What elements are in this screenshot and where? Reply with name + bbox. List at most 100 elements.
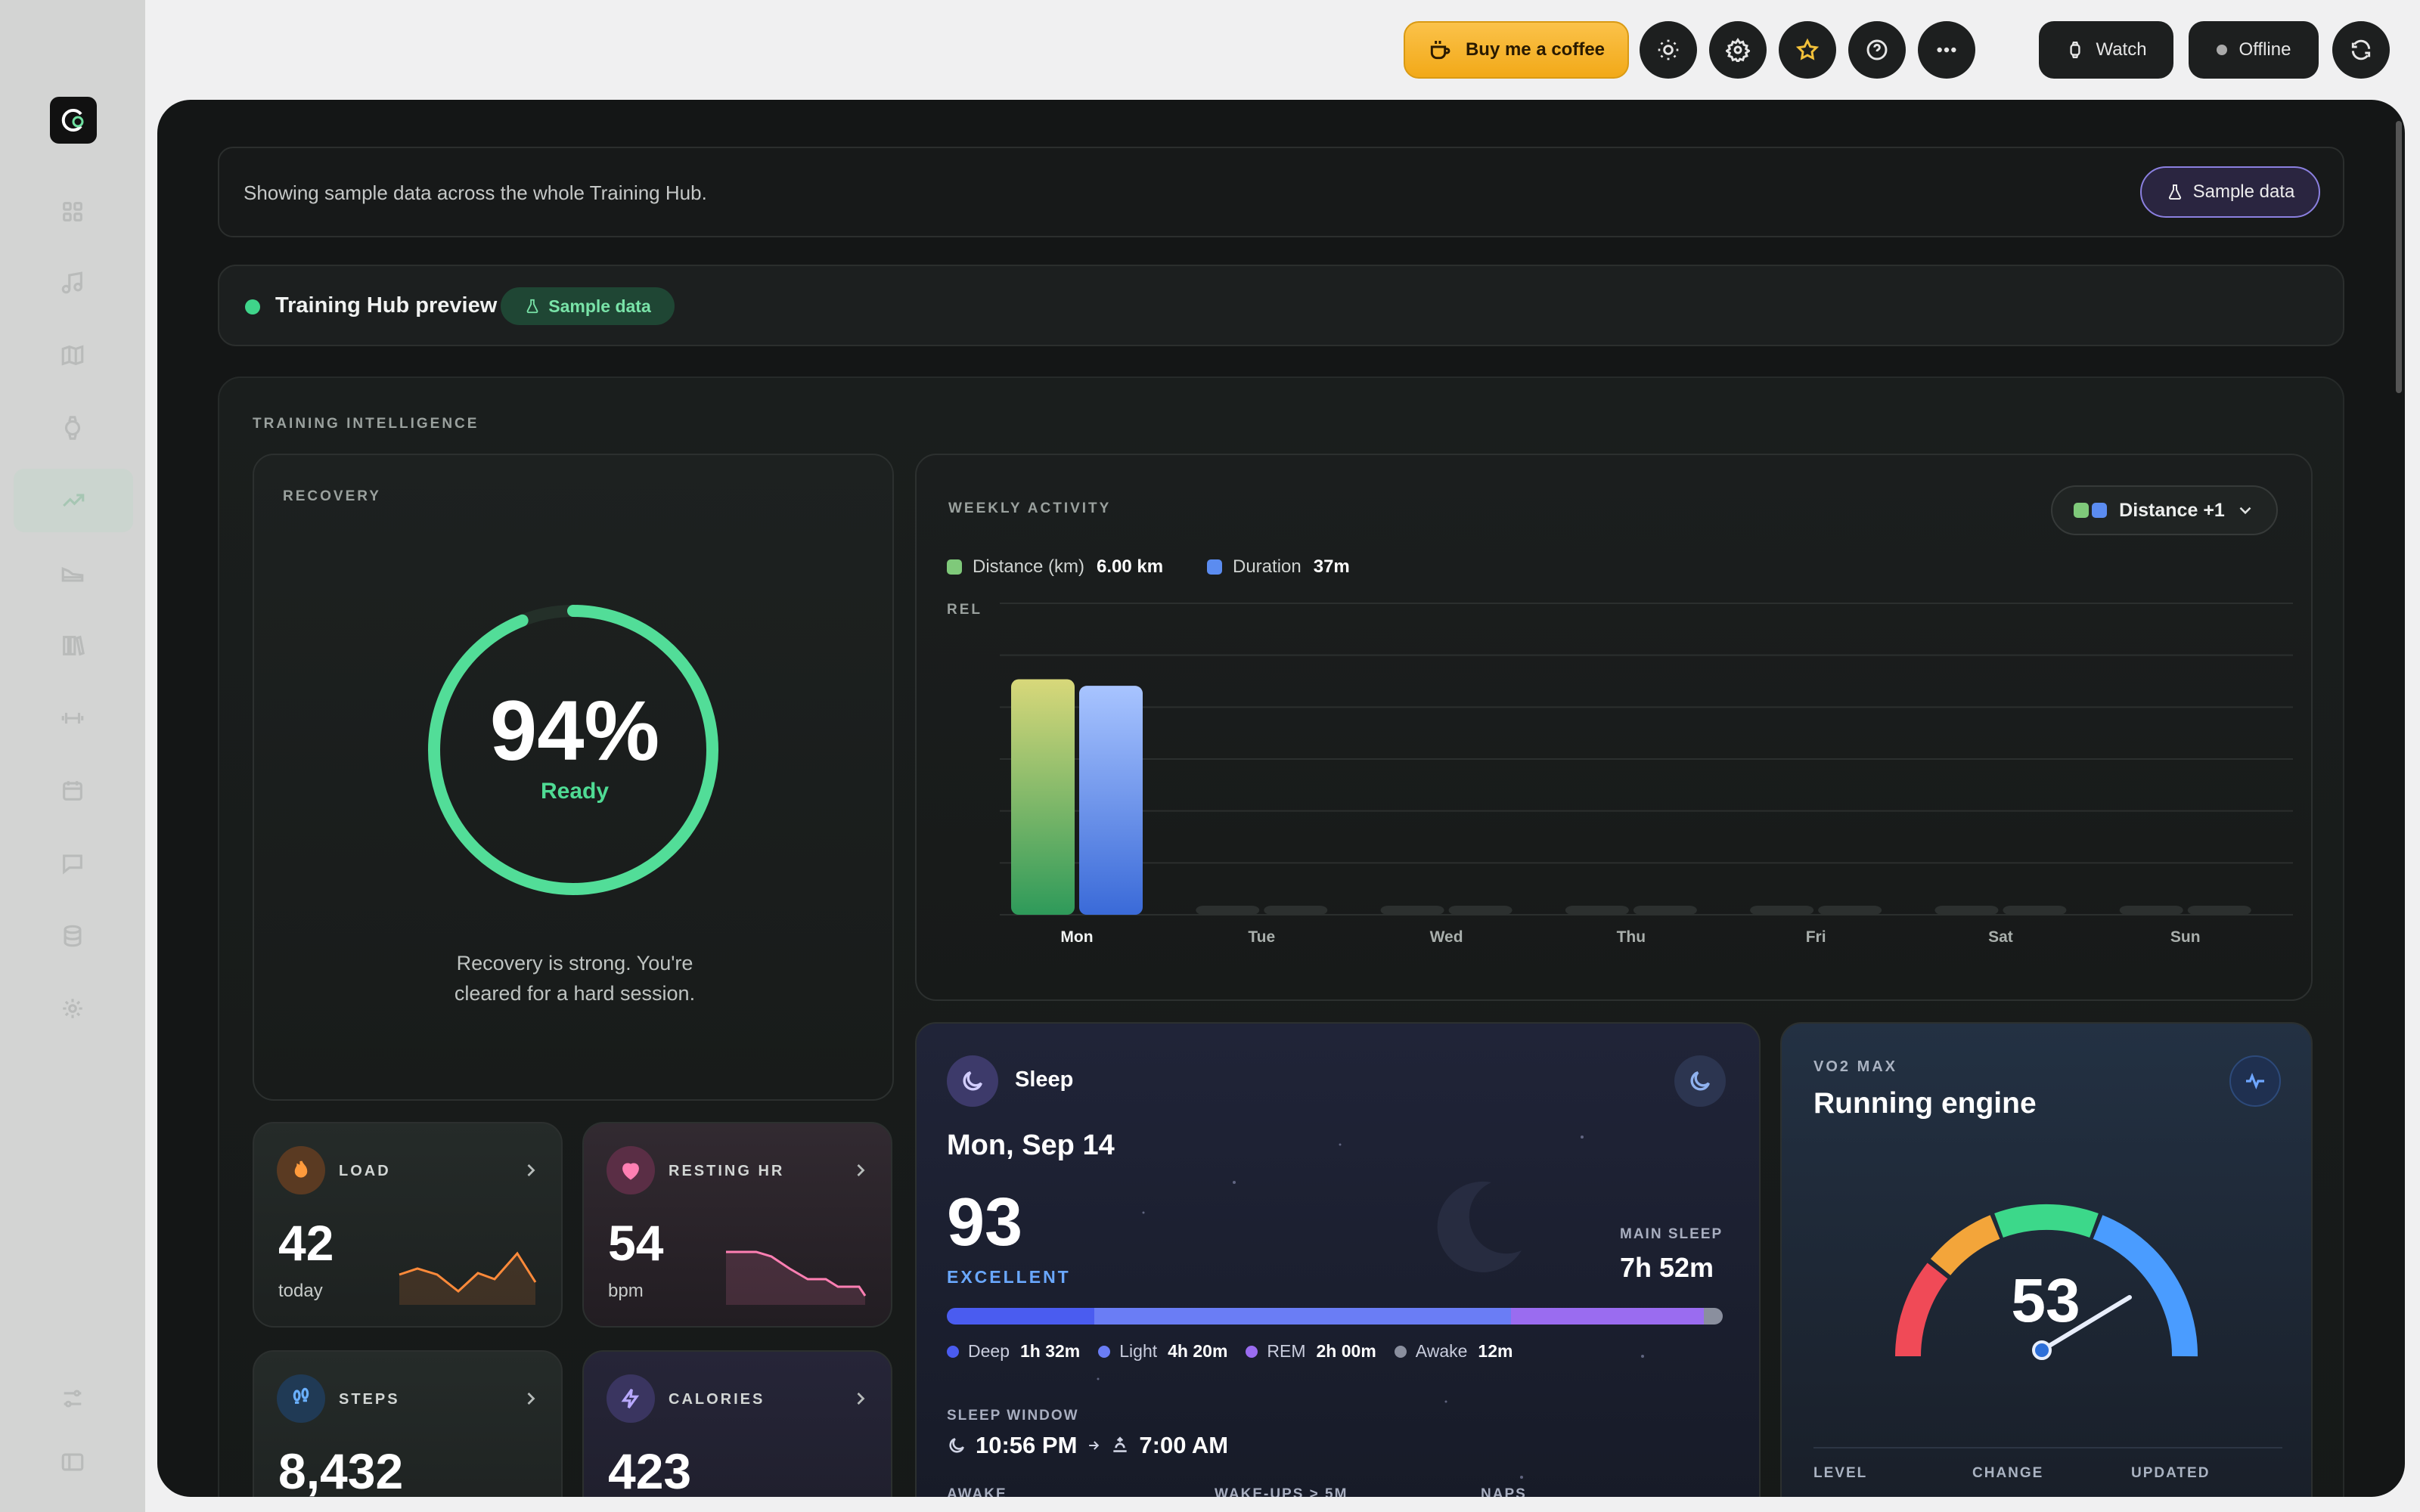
sample-data-button-label: Sample data [2192,181,2295,202]
bar-duration-tue[interactable] [1264,906,1328,915]
sidebar-item-music[interactable] [0,251,145,314]
bar-distance-km--fri[interactable] [1750,906,1814,915]
metric-select-label: Distance +1 [2119,499,2225,521]
sidebar-item-data[interactable] [0,904,145,968]
metric-select[interactable]: Distance +1 [2051,485,2278,535]
offline-label: Offline [2238,39,2291,60]
moon-icon [1437,1181,1522,1272]
resting-hr-tile[interactable]: RESTING HR 54 bpm [582,1122,892,1328]
load-label: LOAD [339,1163,391,1179]
bar-distance-km--sun[interactable] [2119,906,2183,915]
sidebar-item-dashboard[interactable] [0,180,145,243]
sidebar-item-shoes[interactable] [0,541,145,605]
recovery-card[interactable]: RECOVERY 94% Ready Recovery is strong. Y… [253,454,894,1101]
change-label: CHANGE [1972,1465,2044,1481]
favorites-button[interactable] [1779,21,1836,79]
load-tile[interactable]: LOAD 42 today [253,1122,563,1328]
sidebar-item-map[interactable] [0,324,145,387]
x-tick-tue: Tue [1248,928,1275,946]
banner-text: Showing sample data across the whole Tra… [244,181,707,204]
resting-hr-unit: bpm [608,1281,644,1301]
bar-distance-km--sat[interactable] [1934,906,1999,915]
legend-distance-swatch [947,559,962,575]
sleep-window-label: SLEEP WINDOW [947,1408,1079,1424]
vo2-max-card[interactable]: VO2 MAX Running engine 53 LEVEL CHANGE U… [1780,1022,2313,1497]
refresh-button[interactable] [2332,21,2390,79]
sleep-history-button[interactable] [1674,1055,1726,1107]
offline-dot [2216,45,2227,55]
bar-distance-km--mon[interactable] [1011,679,1075,915]
bar-duration-fri[interactable] [1818,906,1882,915]
bolt-icon [607,1374,655,1423]
bar-duration-sun[interactable] [2187,906,2251,915]
more-button[interactable] [1918,21,1975,79]
legend-distance-name: Distance (km) [973,556,1085,577]
logo-icon [61,109,84,132]
sliders-icon [64,1390,82,1408]
moon-small-icon [949,1438,964,1453]
stage-rem-name: REM [1267,1341,1306,1361]
naps-label: NAPS [1481,1486,1527,1497]
vo2-max-title: Running engine [1813,1087,2037,1120]
watch-icon [64,416,81,440]
vo2-max-label: VO2 MAX [1813,1058,1898,1075]
sleep-card[interactable]: Sleep Mon, Sep 14 93 EXCELLENT MAIN SLEE… [915,1022,1761,1497]
help-button[interactable] [1848,21,1906,79]
legend-duration-name: Duration [1233,556,1302,577]
theme-toggle-button[interactable] [1640,21,1697,79]
stage-segment-awake [1703,1308,1723,1325]
sidebar-item-preferences[interactable] [0,1367,145,1430]
x-tick-fri: Fri [1806,928,1826,946]
recovery-status: Ready [540,779,610,804]
coffee-icon [1430,41,1450,60]
sample-data-badge: Sample data [501,287,675,325]
bar-duration-mon[interactable] [1079,686,1143,915]
sunrise-icon [1113,1436,1128,1452]
calories-label: CALORIES [669,1391,765,1408]
sidebar-item-strength[interactable] [0,686,145,750]
sidebar-item-settings[interactable] [0,977,145,1040]
load-value: 42 [278,1215,334,1271]
rem-dot [1246,1345,1258,1358]
sun-icon [1658,39,1679,60]
sample-data-button[interactable]: Sample data [2140,166,2320,218]
recovery-label: RECOVERY [283,488,381,504]
sidebar-item-chat[interactable] [0,832,145,895]
settings-button[interactable] [1709,21,1767,79]
connection-status-button[interactable]: Offline [2189,21,2319,79]
app-logo[interactable] [50,97,97,144]
watch-button[interactable]: Watch [2039,21,2173,79]
weekly-activity-card: WEEKLY ACTIVITY Distance +1 Distance (km… [915,454,2313,1001]
stage-deep-name: Deep [968,1341,1010,1361]
sidebar-item-watch[interactable] [0,396,145,460]
load-sparkline [399,1251,537,1305]
sidebar-item-library[interactable] [0,614,145,677]
y-axis-label: REL [947,602,982,618]
bar-duration-thu[interactable] [1633,906,1697,915]
sidebar-item-calendar[interactable] [0,759,145,823]
steps-tile[interactable]: STEPS 8,432 [253,1350,563,1497]
bar-distance-km--tue[interactable] [1196,906,1260,915]
sidebar-item-collapse[interactable] [0,1430,145,1494]
main-sleep-value: 7h 52m [1620,1252,1714,1283]
arrow-right-icon [1089,1441,1100,1450]
bar-distance-km--wed[interactable] [1380,906,1444,915]
bar-duration-sat[interactable] [2003,906,2067,915]
scrollbar[interactable] [2396,121,2402,393]
pulse-icon[interactable] [2229,1055,2281,1107]
resting-hr-value: 54 [608,1215,664,1271]
chevron-right-icon [850,1160,871,1181]
training-intelligence-section: TRAINING INTELLIGENCE RECOVERY 94% Ready… [218,376,2344,1497]
bar-distance-km--thu[interactable] [1565,906,1629,915]
bar-duration-wed[interactable] [1448,906,1512,915]
stage-deep-value: 1h 32m [1019,1341,1081,1361]
buy-coffee-button[interactable]: Buy me a coffee [1404,21,1629,79]
steps-value: 8,432 [278,1443,404,1497]
calories-tile[interactable]: CALORIES 423 [582,1350,892,1497]
resting-hr-label: RESTING HR [669,1163,785,1179]
sidebar-item-training[interactable] [14,469,133,532]
main-sleep-label: MAIN SLEEP [1620,1226,1723,1242]
watch-icon [2070,42,2081,58]
light-dot [1098,1345,1111,1358]
awake-dot [1394,1345,1407,1358]
